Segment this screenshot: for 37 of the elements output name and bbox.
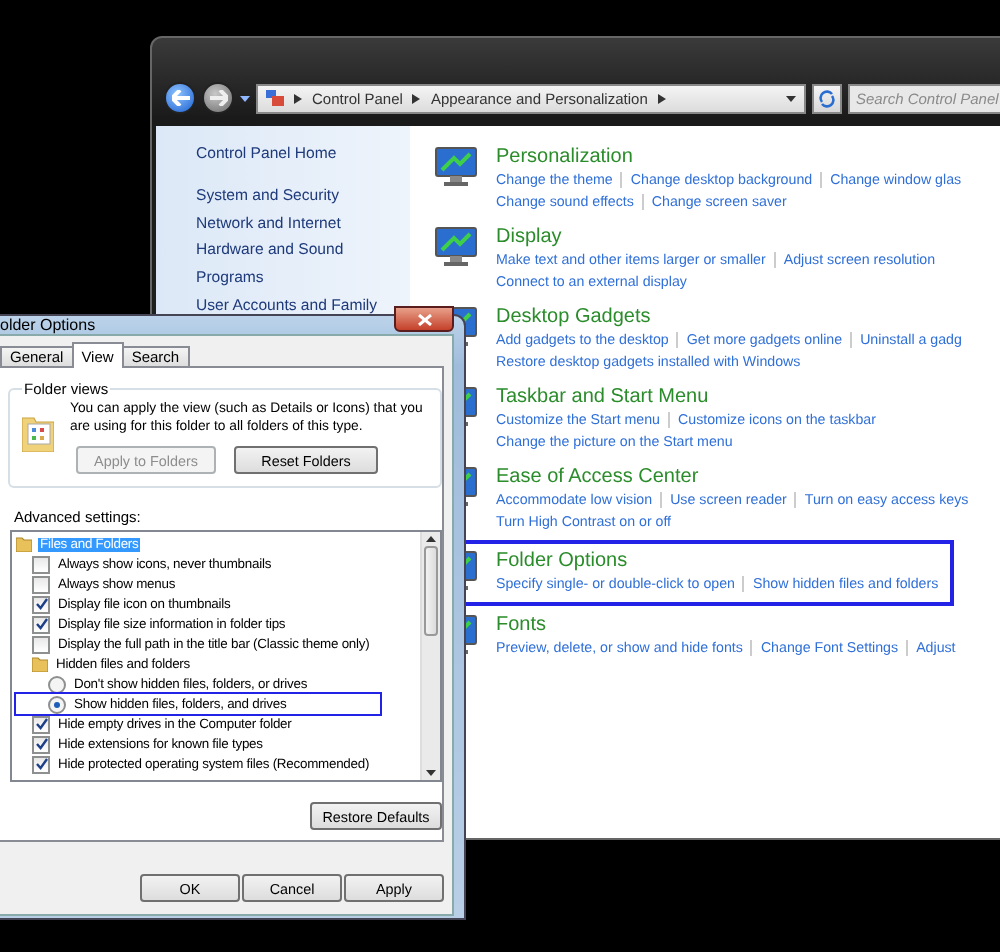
category-title[interactable]: Taskbar and Start Menu <box>496 384 876 410</box>
radio-button[interactable] <box>48 695 66 713</box>
forward-button[interactable] <box>202 82 234 114</box>
checkbox[interactable] <box>32 755 50 773</box>
scroll-down-icon[interactable] <box>426 770 436 776</box>
close-icon <box>417 313 431 325</box>
control-panel-icon <box>266 90 284 106</box>
close-button[interactable] <box>394 306 454 332</box>
dropdown-arrow-icon[interactable] <box>786 95 796 101</box>
arrow-left-icon <box>171 90 189 106</box>
category-title[interactable]: Desktop Gadgets <box>496 304 962 330</box>
chevron-icon <box>412 93 421 103</box>
checkbox[interactable] <box>32 555 50 573</box>
checkbox[interactable] <box>32 575 50 593</box>
folder-icon <box>16 536 32 552</box>
category-title[interactable]: Personalization <box>496 144 962 170</box>
chevron-icon <box>657 93 666 103</box>
refresh-button[interactable] <box>812 83 842 113</box>
category-title[interactable]: Ease of Access Center <box>496 464 969 490</box>
checkbox[interactable] <box>32 635 50 653</box>
dialog-title: older Options <box>0 316 96 334</box>
scrollbar[interactable] <box>420 532 440 780</box>
checkbox[interactable] <box>32 735 50 753</box>
refresh-icon <box>818 89 836 107</box>
folder-view-icon <box>22 412 54 452</box>
category-title[interactable]: Fonts <box>496 611 956 637</box>
category-title[interactable]: Display <box>496 224 936 250</box>
chevron-icon <box>294 93 302 103</box>
back-button[interactable] <box>164 82 196 114</box>
category-title[interactable]: Folder Options <box>496 548 939 574</box>
folder-icon <box>32 656 48 672</box>
arrow-right-icon <box>209 90 227 106</box>
checkbox[interactable] <box>32 595 50 613</box>
scroll-up-icon[interactable] <box>426 536 436 542</box>
dropdown-arrow-icon[interactable] <box>240 95 250 101</box>
radio-button[interactable] <box>48 675 66 693</box>
checkbox[interactable] <box>32 615 50 633</box>
